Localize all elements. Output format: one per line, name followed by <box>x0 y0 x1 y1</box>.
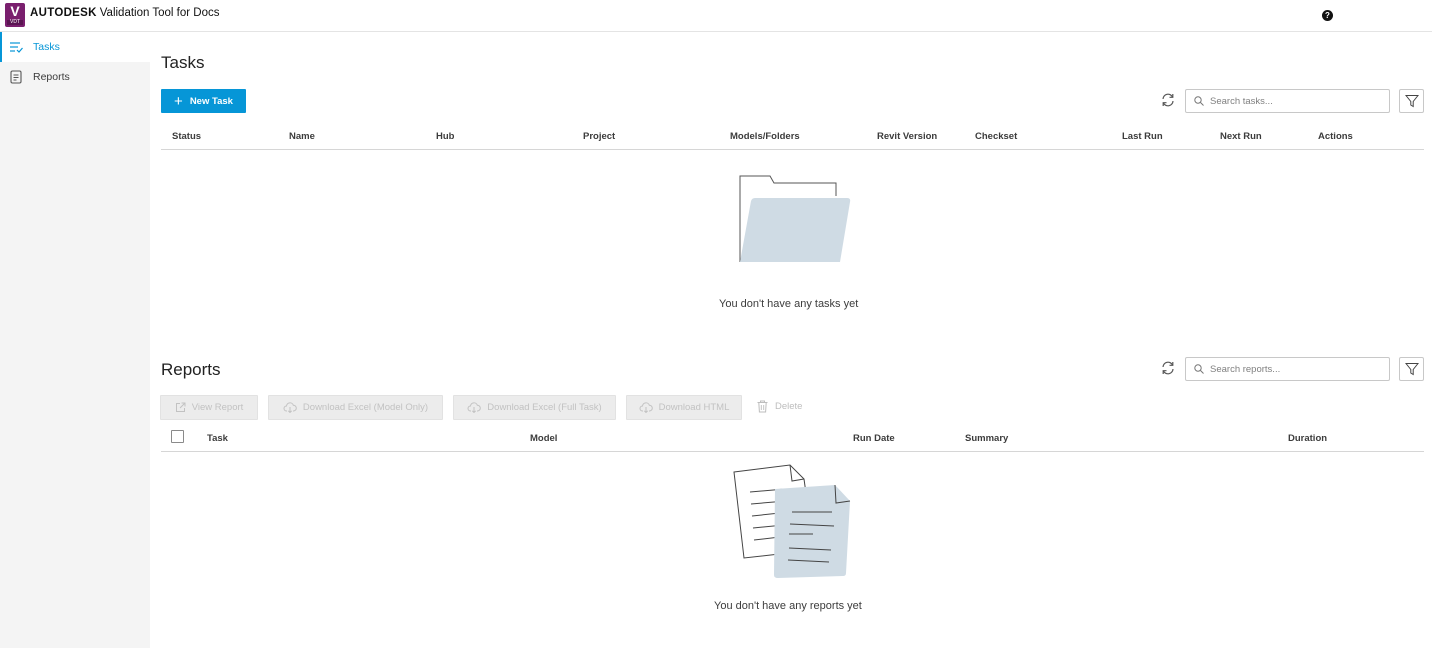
product-name: Validation Tool for Docs <box>99 7 220 19</box>
download-excel-full-button[interactable]: Download Excel (Full Task) <box>453 395 616 420</box>
tasks-table-header: Status Name Hub Project Models/Folders R… <box>161 124 1424 150</box>
brand-name: AUTODESK <box>30 7 97 19</box>
download-html-label: Download HTML <box>658 402 730 413</box>
column-header-revit-version[interactable]: Revit Version <box>877 131 937 142</box>
column-header-hub[interactable]: Hub <box>436 131 454 142</box>
filter-reports-button[interactable] <box>1399 357 1424 381</box>
reports-table-header: Task Model Run Date Summary Duration <box>161 426 1424 452</box>
empty-folder-illustration <box>739 175 851 262</box>
column-header-name[interactable]: Name <box>289 131 315 142</box>
column-header-last-run[interactable]: Last Run <box>1122 131 1163 142</box>
search-icon <box>1194 364 1204 374</box>
top-bar: V VDT AUTODESK Validation Tool for Docs ? <box>0 0 1432 32</box>
empty-reports-illustration <box>733 464 851 578</box>
tasks-list-icon <box>9 40 23 54</box>
view-report-button[interactable]: View Report <box>160 395 258 420</box>
search-tasks-input[interactable] <box>1210 95 1380 107</box>
delete-button[interactable]: Delete <box>757 400 802 413</box>
column-header-models-folders[interactable]: Models/Folders <box>730 131 800 142</box>
cloud-download-icon <box>639 402 653 413</box>
cloud-download-icon <box>283 402 297 413</box>
logo-letter: V <box>10 3 20 19</box>
logo-subtext: VDT <box>7 20 23 25</box>
plus-icon: + <box>174 92 183 110</box>
search-reports-field[interactable] <box>1185 357 1390 381</box>
cloud-download-icon <box>467 402 482 413</box>
app-logo: V VDT <box>5 3 25 27</box>
search-tasks-field[interactable] <box>1185 89 1390 113</box>
tasks-empty-message: You don't have any tasks yet <box>719 298 859 310</box>
sidebar: Tasks Reports <box>0 32 150 648</box>
reports-empty-message: You don't have any reports yet <box>714 600 862 612</box>
column-header-project[interactable]: Project <box>583 131 615 142</box>
download-excel-model-label: Download Excel (Model Only) <box>302 402 429 413</box>
sidebar-item-reports[interactable]: Reports <box>0 62 150 92</box>
new-task-button[interactable]: + New Task <box>161 89 246 113</box>
delete-label: Delete <box>775 401 803 412</box>
download-html-button[interactable]: Download HTML <box>626 395 742 420</box>
select-all-checkbox[interactable] <box>171 430 184 443</box>
column-header-model[interactable]: Model <box>530 433 557 444</box>
view-report-label: View Report <box>191 402 244 413</box>
download-excel-model-button[interactable]: Download Excel (Model Only) <box>268 395 443 420</box>
filter-icon <box>1404 95 1419 108</box>
refresh-reports-icon[interactable] <box>1160 360 1176 376</box>
column-header-actions[interactable]: Actions <box>1318 131 1353 142</box>
refresh-tasks-icon[interactable] <box>1160 92 1176 108</box>
column-header-task[interactable]: Task <box>207 433 228 444</box>
column-header-status[interactable]: Status <box>172 131 201 142</box>
download-excel-full-label: Download Excel (Full Task) <box>487 402 602 413</box>
new-task-label: New Task <box>189 95 233 107</box>
column-header-checkset[interactable]: Checkset <box>975 131 1017 142</box>
sidebar-item-label: Tasks <box>33 41 60 53</box>
tasks-section-title: Tasks <box>161 53 205 72</box>
column-header-summary[interactable]: Summary <box>965 433 1008 444</box>
app-title: AUTODESK Validation Tool for Docs <box>30 7 220 19</box>
report-document-icon <box>9 70 23 84</box>
column-header-next-run[interactable]: Next Run <box>1220 131 1262 142</box>
filter-tasks-button[interactable] <box>1399 89 1424 113</box>
external-link-icon <box>175 402 186 412</box>
column-header-duration[interactable]: Duration <box>1288 433 1327 444</box>
column-header-run-date[interactable]: Run Date <box>853 433 895 444</box>
search-icon <box>1194 96 1204 106</box>
reports-section-title: Reports <box>161 360 221 379</box>
sidebar-item-tasks[interactable]: Tasks <box>0 32 150 62</box>
trash-icon <box>757 400 768 413</box>
search-reports-input[interactable] <box>1210 363 1380 375</box>
help-icon[interactable]: ? <box>1322 10 1333 21</box>
filter-icon <box>1404 363 1419 376</box>
sidebar-item-label: Reports <box>33 71 70 83</box>
